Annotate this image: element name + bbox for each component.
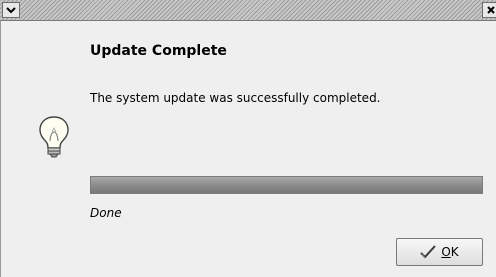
status-text: Done — [90, 206, 122, 220]
title-bar[interactable] — [0, 0, 496, 21]
ok-button[interactable]: OK — [396, 238, 483, 266]
progress-bar-fill — [91, 177, 482, 193]
chevron-down-icon — [6, 7, 16, 14]
checkmark-icon — [420, 245, 437, 259]
dialog-heading: Update Complete — [90, 43, 227, 59]
close-icon — [487, 6, 495, 14]
dialog-body: Update Complete The system update was su… — [0, 21, 496, 277]
lightbulb-icon — [39, 116, 69, 158]
dialog-message: The system update was successfully compl… — [90, 91, 381, 105]
ok-rest: K — [450, 245, 459, 259]
window-menu-button[interactable] — [2, 2, 20, 18]
update-complete-dialog: Update Complete The system update was su… — [0, 0, 496, 277]
ok-button-label: OK — [441, 245, 458, 259]
ok-mnemonic: O — [441, 245, 451, 259]
close-button[interactable] — [482, 2, 496, 18]
progress-bar — [90, 176, 483, 194]
